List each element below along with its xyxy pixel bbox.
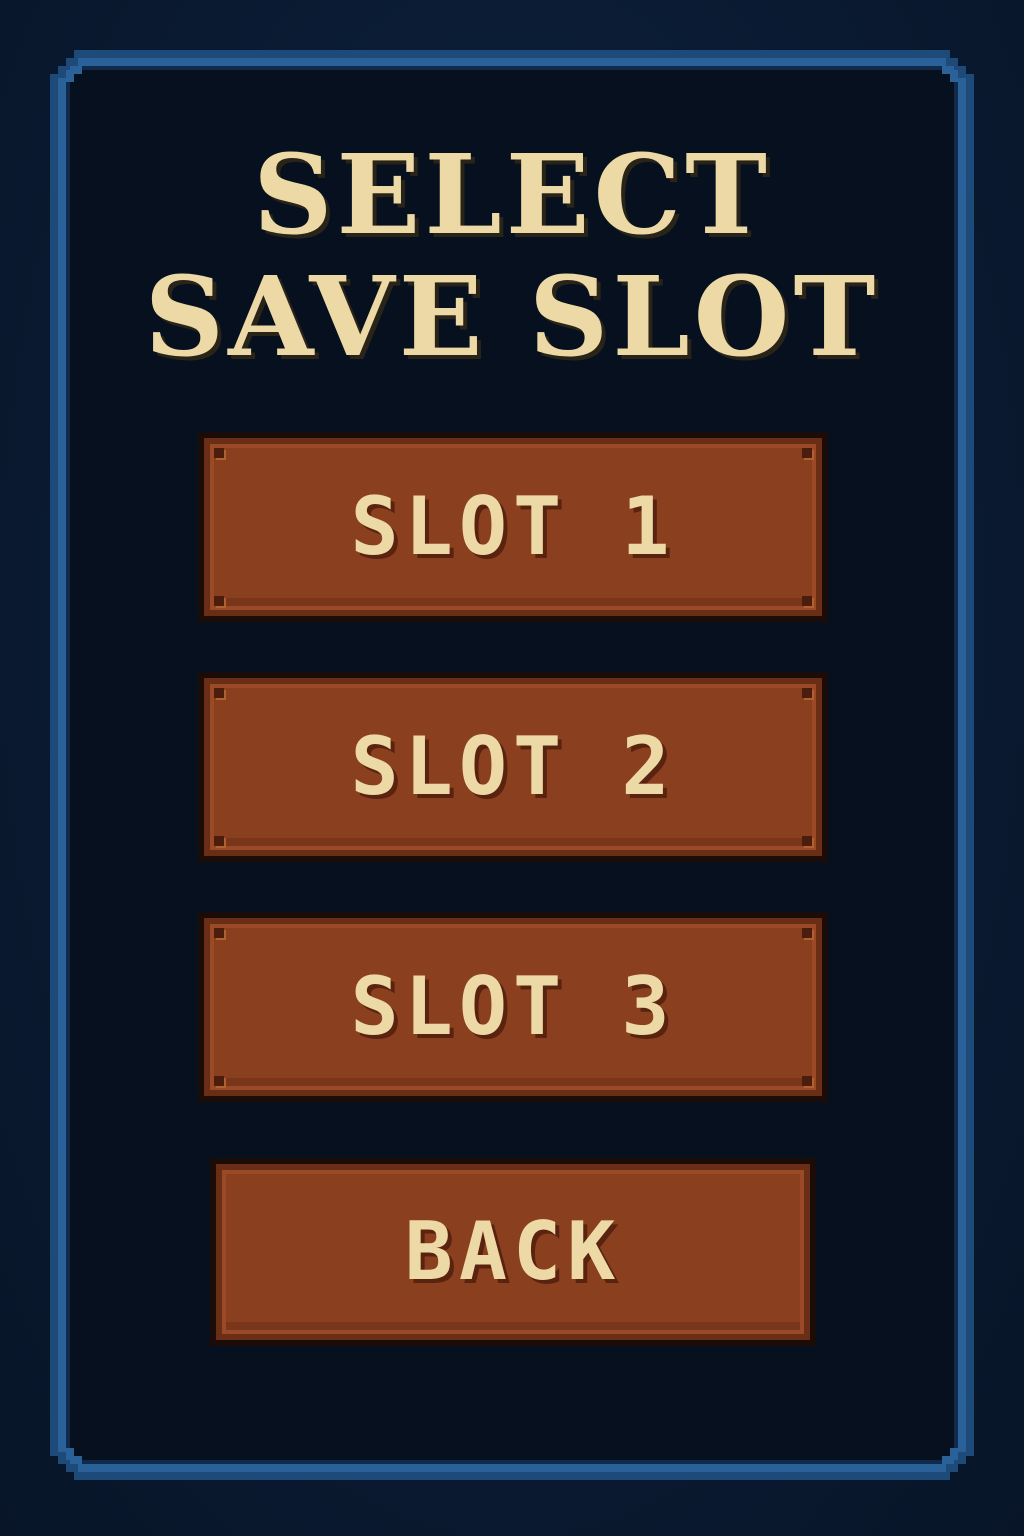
rivet-icon <box>214 836 224 846</box>
back-label: BACK <box>404 1205 622 1298</box>
rivet-icon <box>214 688 224 698</box>
rivet-icon <box>802 928 812 938</box>
slot-1-label: SLOT 1 <box>350 480 676 573</box>
title-line-1: SELECT <box>253 130 771 259</box>
slot-1-button[interactable]: SLOT 1 <box>198 432 828 622</box>
back-button[interactable]: BACK <box>210 1158 816 1346</box>
rivet-icon <box>802 688 812 698</box>
slot-1-button-face: SLOT 1 <box>204 438 822 616</box>
slot-2-label: SLOT 2 <box>350 720 676 813</box>
rivet-icon <box>802 596 812 606</box>
slot-3-button[interactable]: SLOT 3 <box>198 912 828 1102</box>
slot-3-button-face: SLOT 3 <box>204 918 822 1096</box>
rivet-icon <box>802 1076 812 1086</box>
slot-2-button-face: SLOT 2 <box>204 678 822 856</box>
back-button-face: BACK <box>216 1164 810 1340</box>
title-line-2: SAVE SLOT <box>144 252 880 381</box>
rivet-icon <box>214 448 224 458</box>
rivet-icon <box>214 928 224 938</box>
rivet-icon <box>802 448 812 458</box>
slot-3-label: SLOT 3 <box>350 960 676 1053</box>
slot-2-button[interactable]: SLOT 2 <box>198 672 828 862</box>
rivet-icon <box>214 1076 224 1086</box>
rivet-icon <box>214 596 224 606</box>
rivet-icon <box>802 836 812 846</box>
